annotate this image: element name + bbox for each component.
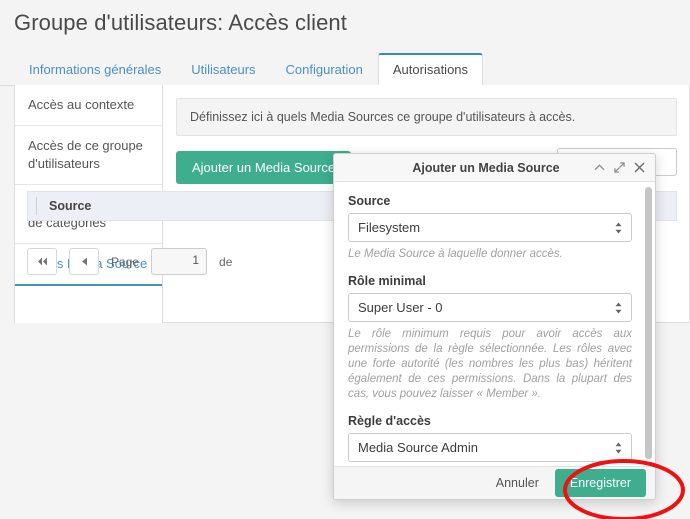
field-regle-acces: Règle d'accès Media Source Admin La règl… — [348, 414, 641, 468]
tab-autorisations[interactable]: Autorisations — [377, 53, 484, 86]
cancel-button[interactable]: Annuler — [484, 470, 551, 496]
save-button[interactable]: Enregistrer — [554, 469, 646, 497]
role-minimal-select[interactable]: Super User - 0 — [348, 293, 632, 322]
close-icon[interactable] — [634, 162, 645, 173]
tab-utilisateurs[interactable]: Utilisateurs — [176, 53, 270, 86]
select-updown-icon — [615, 302, 622, 313]
sidebar-item-acces-groupe-utilisateurs[interactable]: Accès de ce groupe d'utilisateurs — [15, 126, 162, 185]
select-updown-icon — [615, 442, 622, 453]
page-of-label: de — [219, 254, 233, 269]
tab-configuration[interactable]: Configuration — [271, 53, 378, 86]
add-media-source-dialog: Ajouter un Media Source Source Filesyste… — [333, 153, 656, 500]
dialog-header[interactable]: Ajouter un Media Source — [334, 154, 655, 182]
select-updown-icon — [615, 222, 622, 233]
page-title: Groupe d'utilisateurs: Accès client — [14, 10, 347, 35]
field-source-hint: Le Media Source à laquelle donner accès. — [348, 248, 563, 260]
dialog-footer: Annuler Enregistrer — [334, 466, 655, 499]
sidebar-item-acces-au-contexte[interactable]: Accès au contexte — [15, 85, 162, 126]
field-regle-acces-label: Règle d'accès — [348, 414, 431, 428]
dialog-body: Source Filesystem Le Media Source à laqu… — [334, 182, 655, 468]
role-minimal-select-value: Super User - 0 — [358, 300, 443, 315]
left-arrow-icon — [81, 257, 87, 266]
info-notice: Définissez ici à quels Media Sources ce … — [176, 98, 677, 136]
field-role-minimal-label: Rôle minimal — [348, 274, 426, 288]
regle-acces-select[interactable]: Media Source Admin — [348, 433, 632, 462]
dialog-title: Ajouter un Media Source — [412, 160, 560, 175]
dialog-scrollbar-thumb[interactable] — [645, 187, 652, 459]
first-page-button[interactable] — [27, 248, 57, 275]
expand-icon[interactable] — [614, 162, 625, 173]
add-media-source-button[interactable]: Ajouter un Media Source — [176, 151, 352, 184]
source-select[interactable]: Filesystem — [348, 213, 632, 242]
double-left-arrow-icon — [37, 257, 47, 266]
page-number-input[interactable]: 1 — [151, 248, 208, 275]
page-label: Page — [111, 254, 140, 269]
field-source-label: Source — [348, 194, 391, 208]
source-select-value: Filesystem — [358, 220, 421, 235]
prev-page-button[interactable] — [69, 248, 99, 275]
chevron-up-icon[interactable] — [594, 162, 605, 173]
dialog-window-controls — [594, 162, 655, 173]
dialog-scrollbar[interactable] — [645, 187, 652, 463]
regle-acces-select-value: Media Source Admin — [358, 440, 478, 455]
field-role-minimal: Rôle minimal Super User - 0 Le rôle mini… — [348, 274, 641, 402]
tab-informations-generales[interactable]: Informations générales — [14, 53, 176, 86]
app-root: Groupe d'utilisateurs: Accès client Info… — [0, 0, 690, 519]
tab-bar: Informations générales Utilisateurs Conf… — [14, 53, 484, 86]
field-role-minimal-hint: Le rôle minimum requis pour avoir accès … — [348, 328, 632, 400]
field-source: Source Filesystem Le Media Source à laqu… — [348, 194, 641, 262]
column-header-source[interactable]: Source — [36, 197, 103, 215]
pagination-bar: Page 1 de — [27, 248, 232, 275]
